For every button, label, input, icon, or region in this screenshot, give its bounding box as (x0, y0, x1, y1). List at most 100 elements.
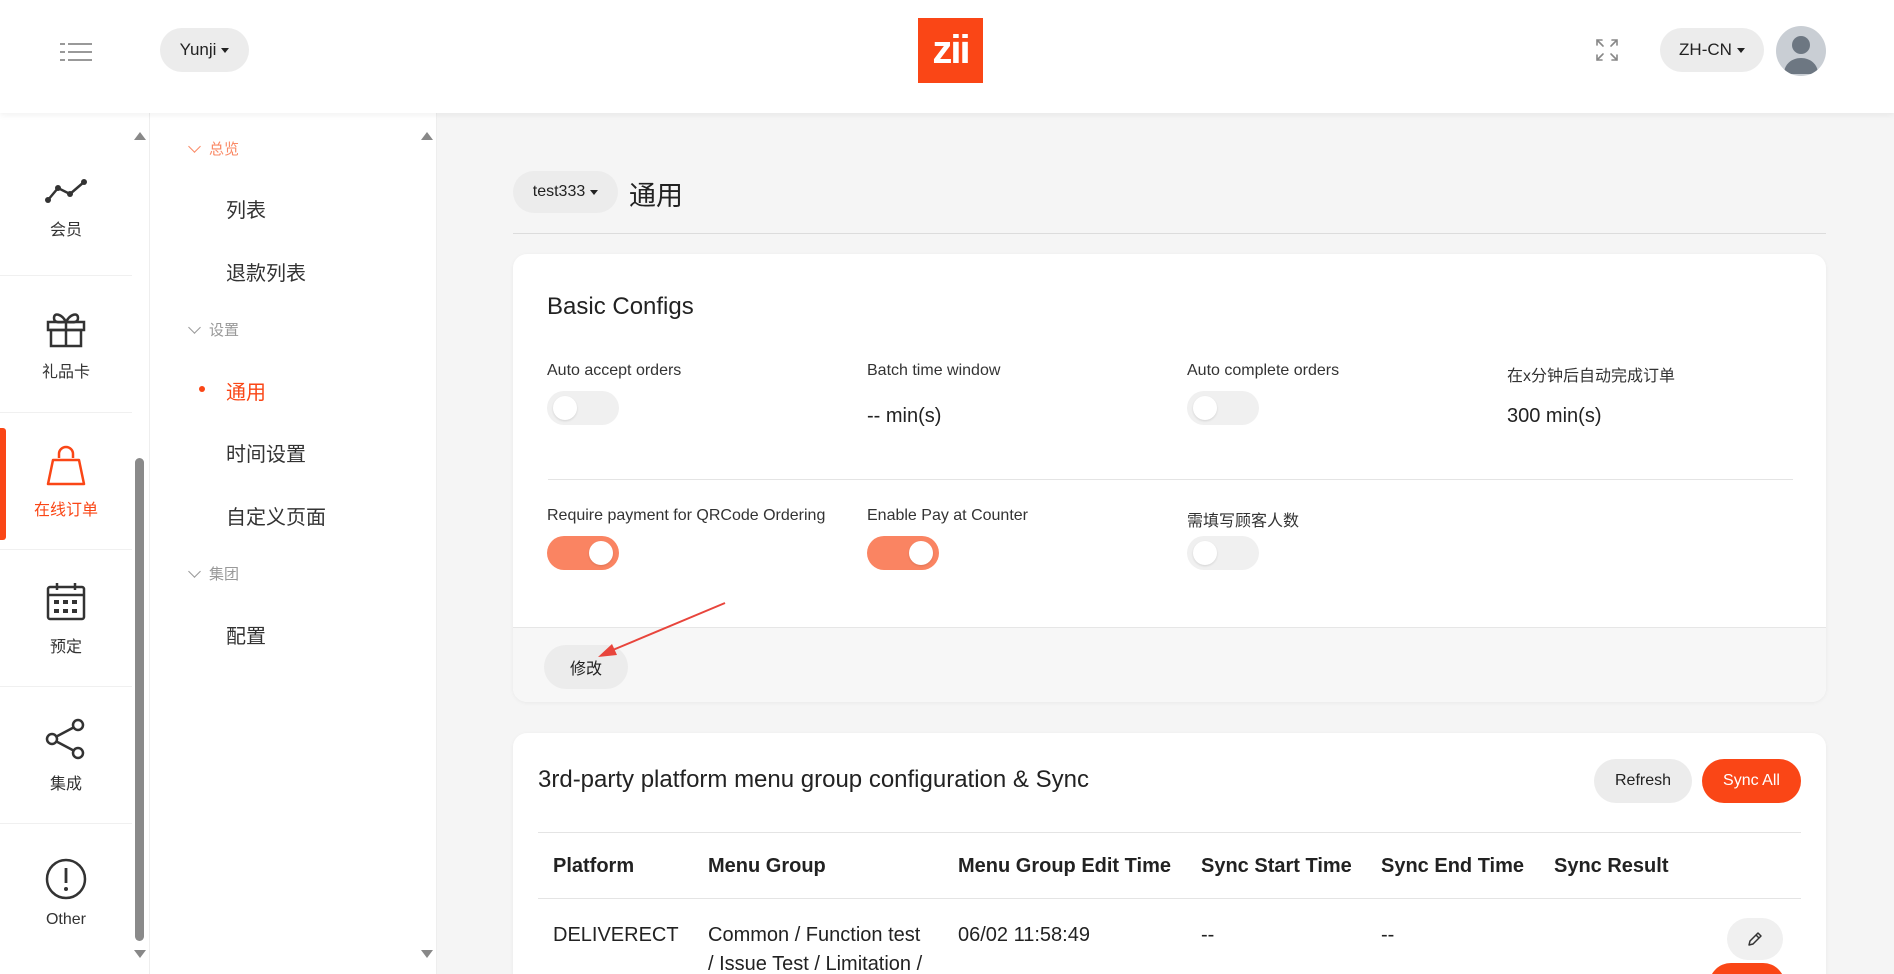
store-dropdown[interactable]: test333 (513, 171, 618, 213)
scroll-down-arrow-icon[interactable] (134, 950, 146, 958)
sidebar-scrollbar[interactable] (135, 458, 144, 941)
gift-icon (46, 312, 86, 347)
sidebar-item-gift-card[interactable]: 礼品卡 (0, 277, 132, 413)
config-divider (548, 479, 1793, 480)
edit-row-button[interactable] (1727, 918, 1783, 960)
guest-count-toggle[interactable] (1187, 536, 1259, 570)
sidebar-item-label: 礼品卡 (41, 363, 90, 381)
pay-counter-toggle[interactable] (867, 536, 939, 570)
sidebar-item-label: Other (45, 911, 86, 928)
sidebar-item-label: 会员 (49, 221, 82, 239)
pay-counter-label: Enable Pay at Counter (867, 507, 1028, 524)
menu-sync-card: 3rd-party platform menu group configurat… (513, 733, 1826, 974)
toggle-knob (909, 541, 933, 565)
caret-down-icon (1736, 47, 1745, 53)
col-header-platform: Platform (553, 855, 635, 877)
col-header-sync-result: Sync Result (1554, 855, 1669, 877)
toggle-knob (553, 396, 577, 420)
col-header-sync-end: Sync End Time (1381, 855, 1525, 877)
chevron-down-icon (188, 320, 201, 334)
scroll-up-arrow-icon[interactable] (421, 132, 433, 140)
trend-line-icon (45, 178, 87, 203)
info-circle-icon (45, 858, 87, 900)
page-header: test333 通用 (513, 170, 1826, 234)
sidebar-item-online-orders[interactable]: 在线订单 (0, 414, 132, 550)
menu-group-line: Common / Function test (708, 924, 921, 946)
share-icon (45, 718, 85, 759)
require-payment-toggle[interactable] (547, 536, 619, 570)
cell-menu-group: Common / Function test / Issue Test / Li… (708, 921, 922, 974)
card-footer: 修改 (513, 627, 1826, 702)
shopping-bag-icon (46, 445, 86, 485)
cell-edit-time: 06/02 11:58:49 (958, 924, 1090, 946)
menu-group-line: / Issue Test / Limitation / (708, 953, 923, 974)
menu-toggle-icon[interactable] (60, 40, 92, 64)
nav-item-general[interactable]: 通用 (199, 376, 266, 405)
store-selector-label: Yunji (179, 40, 217, 59)
sidebar-item-integration[interactable]: 集成 (0, 688, 132, 824)
nav-item-refund-list[interactable]: 退款列表 (226, 257, 306, 286)
guest-count-label: 需填写顾客人数 (1187, 513, 1300, 530)
auto-complete-label: Auto complete orders (1187, 362, 1340, 379)
cell-platform: DELIVERECT (553, 924, 679, 946)
col-header-sync-start: Sync Start Time (1201, 855, 1352, 877)
sidebar-item-label: 集成 (49, 775, 82, 793)
store-dropdown-label: test333 (532, 183, 586, 200)
nav-group-settings[interactable]: 设置 (188, 319, 239, 340)
auto-complete-after-value: 300 min(s) (1507, 405, 1602, 427)
scroll-down-arrow-icon[interactable] (421, 950, 433, 958)
toggle-knob (1193, 541, 1217, 565)
fullscreen-icon[interactable] (1595, 38, 1619, 62)
col-header-menu-group: Menu Group (708, 855, 826, 877)
auto-complete-toggle[interactable] (1187, 391, 1259, 425)
sidebar-item-member[interactable]: 会员 (0, 140, 132, 276)
sync-all-button[interactable]: Sync All (1702, 759, 1801, 803)
store-selector[interactable]: Yunji (160, 28, 249, 72)
page-title: 通用 (629, 181, 683, 211)
cell-sync-start: -- (1201, 924, 1215, 946)
nav-group-group[interactable]: 集团 (188, 563, 239, 584)
top-header: Yunji zii ZH-CN (0, 0, 1894, 113)
nav-item-time-settings[interactable]: 时间设置 (226, 438, 306, 467)
table-top-border (538, 832, 1801, 833)
avatar[interactable] (1776, 26, 1826, 76)
nav-item-list[interactable]: 列表 (226, 194, 266, 223)
require-payment-label: Require payment for QRCode Ordering (547, 507, 826, 524)
menu-sync-title: 3rd-party platform menu group configurat… (538, 766, 1089, 793)
col-header-edit-time: Menu Group Edit Time (958, 855, 1171, 877)
cell-sync-end: -- (1381, 924, 1395, 946)
auto-accept-label: Auto accept orders (547, 362, 682, 379)
primary-sidebar: 会员 礼品卡 在线订单 预定 集成 Other (0, 113, 150, 974)
zii-logo[interactable]: zii (918, 18, 983, 83)
sidebar-item-reservation[interactable]: 预定 (0, 551, 132, 687)
table-header-border (538, 898, 1801, 899)
toggle-knob (589, 541, 613, 565)
user-avatar-icon (1784, 36, 1818, 74)
pencil-icon (1748, 932, 1762, 946)
sidebar-item-other[interactable]: Other (0, 825, 132, 961)
batch-time-value: -- min(s) (867, 405, 942, 427)
chevron-down-icon (188, 564, 201, 578)
refresh-button[interactable]: Refresh (1594, 759, 1692, 803)
scroll-up-arrow-icon[interactable] (134, 132, 146, 140)
caret-down-icon (221, 47, 230, 53)
calendar-icon (46, 582, 86, 620)
caret-down-icon (590, 189, 599, 195)
sidebar-item-label: 在线订单 (33, 501, 98, 519)
batch-time-label: Batch time window (867, 362, 1001, 379)
nav-item-custom-page[interactable]: 自定义页面 (226, 501, 326, 530)
modify-button[interactable]: 修改 (544, 645, 628, 689)
basic-configs-card: Basic Configs Auto accept orders Batch t… (513, 254, 1826, 702)
nav-group-overview[interactable]: 总览 (188, 138, 239, 159)
auto-complete-after-label: 在x分钟后自动完成订单 (1507, 368, 1676, 385)
basic-configs-title: Basic Configs (547, 293, 694, 320)
toggle-knob (1193, 396, 1217, 420)
auto-accept-toggle[interactable] (547, 391, 619, 425)
chevron-down-icon (188, 139, 201, 153)
language-selector[interactable]: ZH-CN (1660, 28, 1764, 72)
sync-row-button[interactable] (1709, 963, 1785, 974)
secondary-sidebar: 总览 列表 退款列表 设置 通用 时间设置 自定义页面 集团 配置 (150, 113, 437, 974)
language-label: ZH-CN (1679, 40, 1732, 59)
sidebar-item-label: 预定 (49, 638, 82, 656)
nav-item-config[interactable]: 配置 (226, 620, 266, 649)
